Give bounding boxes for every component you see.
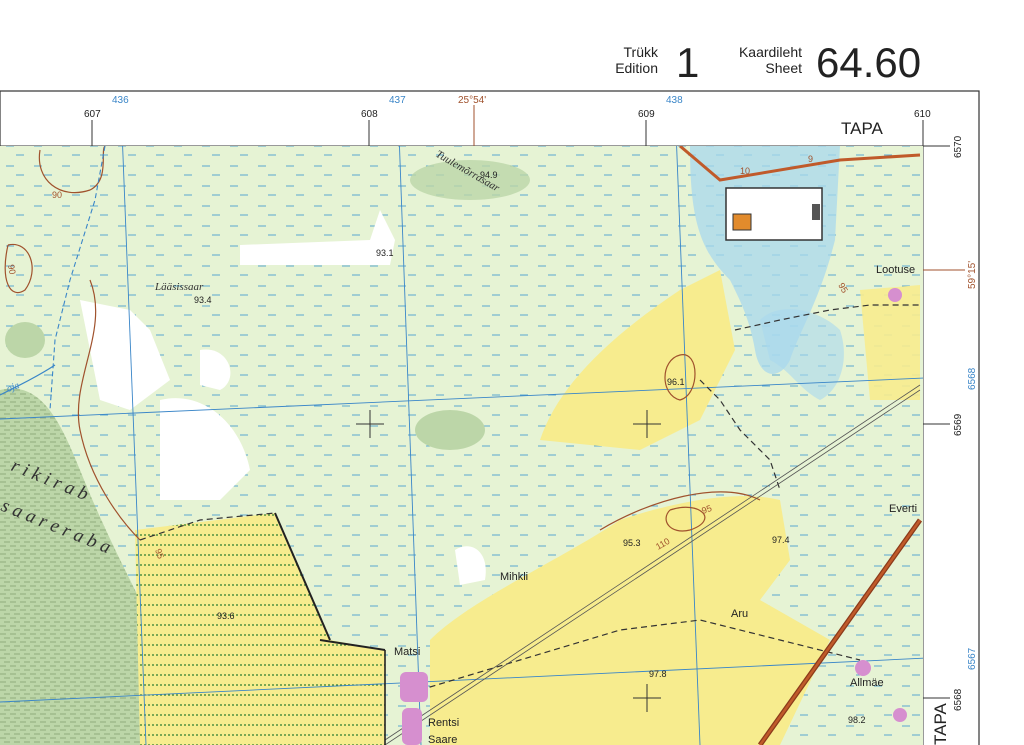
map-name-side: TAPA (931, 702, 950, 745)
grid-label-436: 436 (112, 95, 129, 106)
elevation-9: 98.2 (848, 715, 866, 725)
grid-label-609: 609 (638, 109, 655, 120)
place-laasissaar: Lääsissaar (154, 281, 204, 293)
map-name-label: TAPA (841, 119, 884, 138)
place-rentsi: Rentsi (428, 717, 459, 729)
bush-patch-2 (5, 322, 45, 358)
farm-silo (812, 204, 820, 220)
place-matsi: Matsi (394, 646, 420, 658)
field-east (860, 285, 920, 400)
elevation-5: 95.3 (623, 538, 641, 548)
right-ticks (923, 145, 950, 699)
elevation-4: 96.1 (667, 377, 685, 387)
farm-building (732, 213, 752, 231)
place-aru: Aru (731, 608, 748, 620)
latitude-label: 59°15' (967, 261, 978, 289)
elevation-6: 97.4 (772, 535, 790, 545)
grid-label-438: 438 (666, 95, 683, 106)
elevation-2: 93.1 (376, 248, 394, 258)
elevation-3: 93.4 (194, 295, 212, 305)
road-rakvere: Rakvere (928, 483, 955, 521)
grid-label-608: 608 (361, 109, 378, 120)
elevation-7: 93.6 (217, 611, 235, 621)
place-saare: Saare (428, 734, 457, 745)
place-mihkli: Mihkli (500, 571, 528, 583)
grid-label-6570: 6570 (953, 135, 964, 158)
contour-label-8: 10 (740, 166, 750, 176)
topographic-map[interactable]: Lootuse Everti Mihkli Aru Matsi Rentsi S… (0, 0, 1024, 745)
grid-label-437: 437 (389, 95, 406, 106)
grid-label-6569: 6569 (953, 413, 964, 436)
place-lootuse: Lootuse (876, 264, 915, 276)
contour-label-1: 90 (52, 190, 62, 200)
bush-patch-1 (415, 410, 485, 450)
contour-label-7: 9 (808, 154, 813, 164)
place-everti: Everti (889, 503, 917, 515)
grid-label-610: 610 (914, 109, 931, 120)
grid-label-blue-6568: 6568 (967, 367, 978, 390)
grid-label-6568: 6568 (953, 688, 964, 711)
elevation-8: 97.8 (649, 669, 667, 679)
grid-label-blue-6567: 6567 (967, 647, 978, 670)
contour-label-2: 90 (6, 264, 18, 276)
place-allmae: Allmäe (850, 677, 884, 689)
grid-label-607: 607 (84, 109, 101, 120)
top-ticks (91, 120, 924, 146)
elevation-1: 94.9 (480, 170, 498, 180)
map-body: Lootuse Everti Mihkli Aru Matsi Rentsi S… (0, 146, 955, 745)
longitude-label: 25°54' (458, 95, 486, 106)
